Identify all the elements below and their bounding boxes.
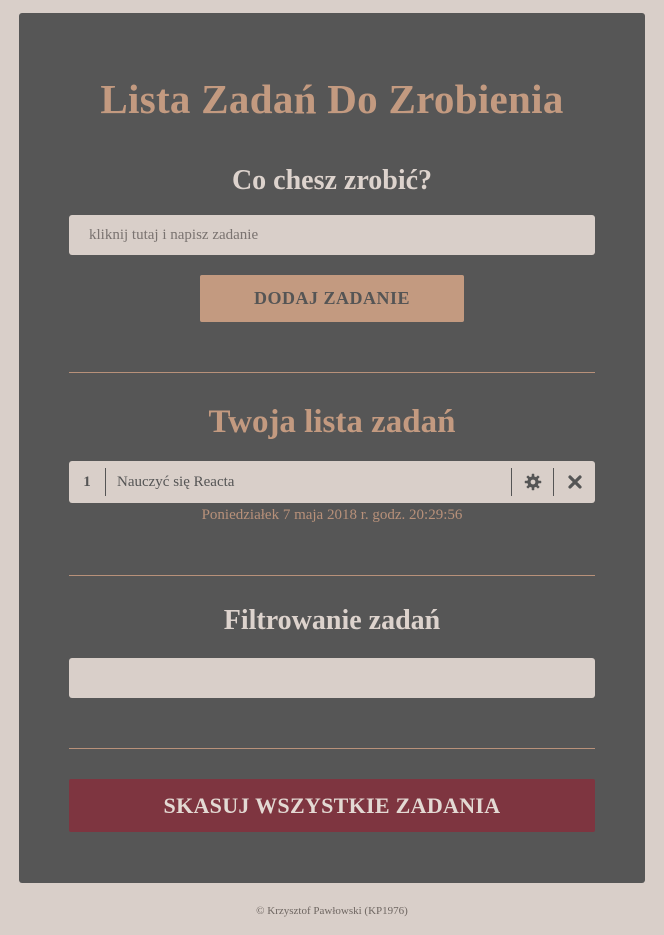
add-task-button[interactable]: DODAJ ZADANIE xyxy=(200,275,464,322)
filter-heading: Filtrowanie zadań xyxy=(223,605,441,636)
divider xyxy=(69,575,595,576)
delete-task-button[interactable] xyxy=(554,461,595,503)
edit-task-button[interactable] xyxy=(512,461,553,503)
add-task-heading: Co chesz zrobić? xyxy=(231,165,433,196)
delete-all-button[interactable]: SKASUJ WSZYSTKIE ZADANIA xyxy=(69,779,595,832)
close-icon xyxy=(567,475,582,489)
gear-icon xyxy=(524,473,541,491)
task-item: 1 Nauczyć się Reacta xyxy=(69,461,595,503)
task-list-heading: Twoja lista zadań xyxy=(208,404,456,440)
task-text: Nauczyć się Reacta xyxy=(117,473,235,490)
filter-input[interactable] xyxy=(69,658,595,698)
divider xyxy=(69,372,595,373)
new-task-input[interactable] xyxy=(69,215,595,255)
divider xyxy=(69,748,595,749)
task-number: 1 xyxy=(83,473,91,490)
footer-credit: © Krzysztof Pawłowski (KP1976) xyxy=(256,905,408,917)
todo-card: Lista Zadań Do Zrobienia Co chesz zrobić… xyxy=(19,13,645,883)
task-date: Poniedziałek 7 maja 2018 r. godz. 20:29:… xyxy=(201,507,463,523)
app-title: Lista Zadań Do Zrobienia xyxy=(100,76,564,122)
